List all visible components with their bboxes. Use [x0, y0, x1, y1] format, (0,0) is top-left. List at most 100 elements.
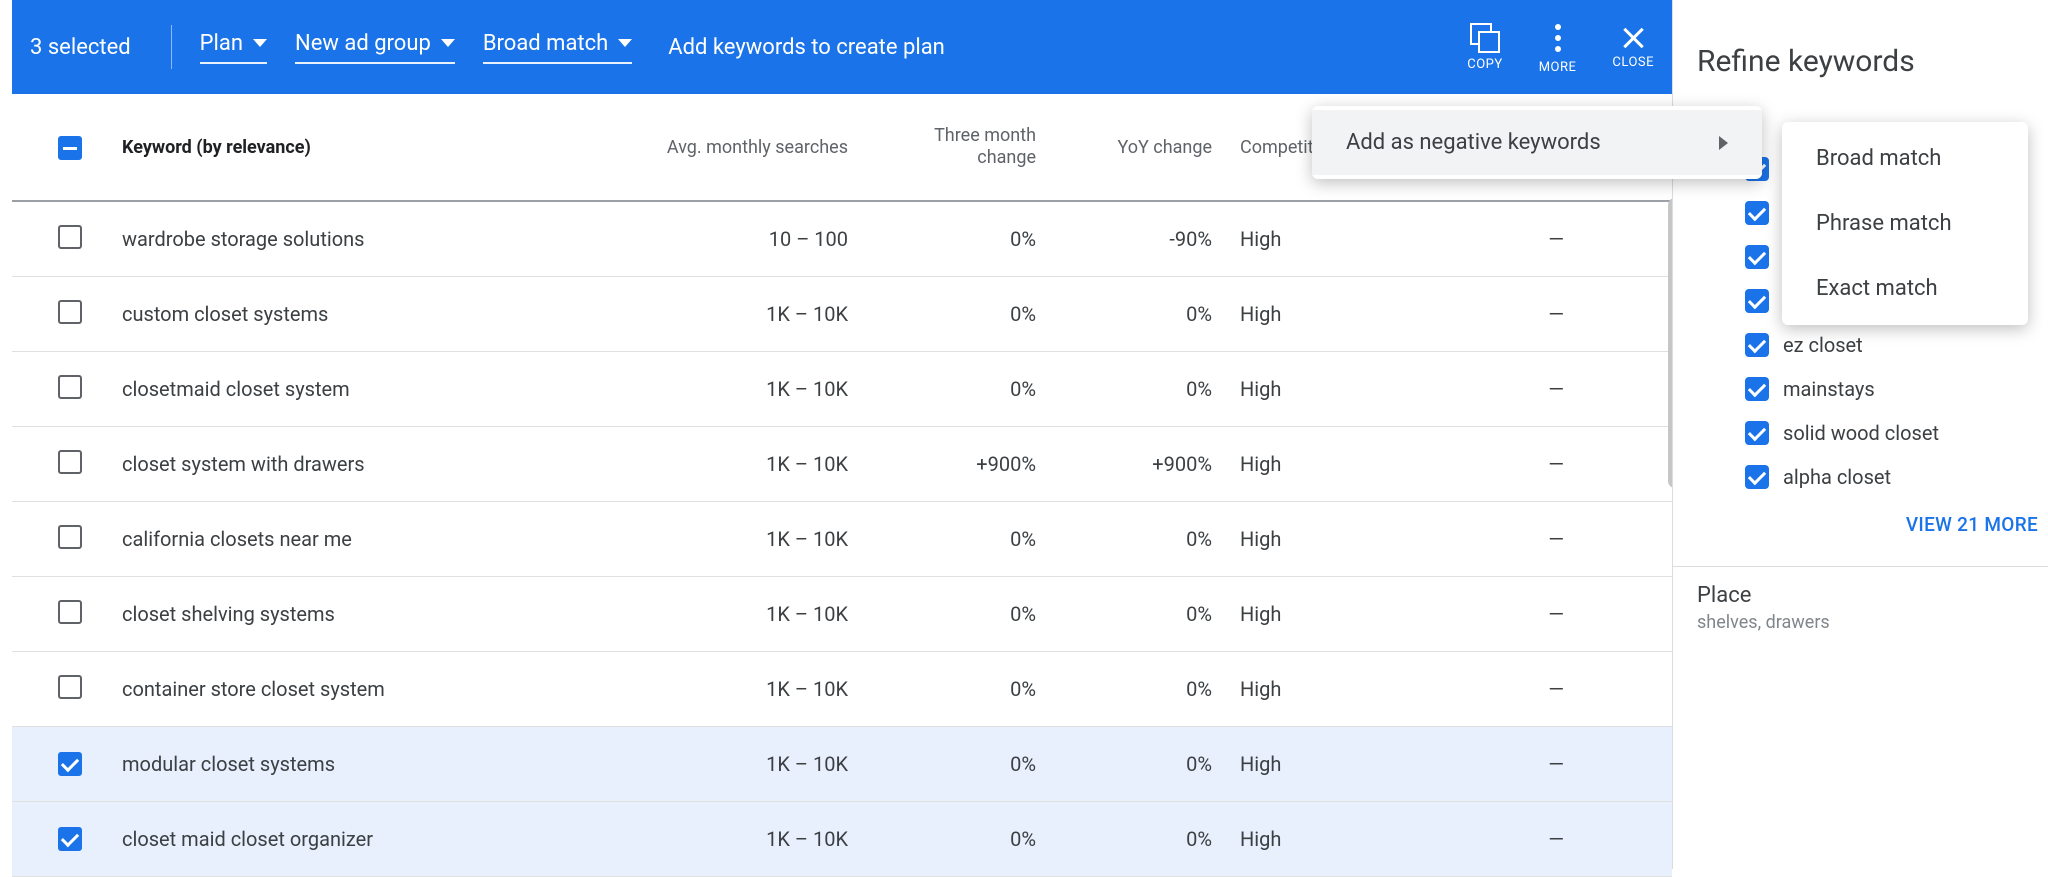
table-body: wardrobe storage solutions10 – 1000%-90%… — [12, 202, 1672, 877]
cell-competition: High — [1226, 677, 1404, 701]
brand-item[interactable]: mainstays — [1673, 367, 2048, 411]
row-checkbox[interactable] — [58, 225, 82, 249]
cell-bid: — — [1404, 527, 1578, 551]
close-button[interactable]: CLOSE — [1612, 25, 1654, 70]
cell-competition: High — [1226, 452, 1404, 476]
add-negative-keywords-item[interactable]: Add as negative keywords — [1312, 110, 1762, 175]
cell-three-month: 0% — [862, 302, 1050, 326]
cell-three-month: +900% — [862, 452, 1050, 476]
brand-label: ez closet — [1783, 333, 1863, 357]
brand-item[interactable]: solid wood closet — [1673, 411, 2048, 455]
cell-bid: — — [1404, 677, 1578, 701]
col-three-month-label: Three month change — [934, 125, 1036, 169]
cell-bid: — — [1404, 602, 1578, 626]
cell-yoy: 0% — [1050, 827, 1226, 851]
table-row[interactable]: wardrobe storage solutions10 – 1000%-90%… — [12, 202, 1672, 277]
cell-avg: 1K – 10K — [572, 827, 862, 851]
match-label: Broad match — [483, 31, 608, 56]
row-checkbox[interactable] — [58, 827, 82, 851]
cell-avg: 1K – 10K — [572, 602, 862, 626]
table-row[interactable]: closet system with drawers1K – 10K+900%+… — [12, 427, 1672, 502]
cell-competition: High — [1226, 602, 1404, 626]
cell-avg: 1K – 10K — [572, 452, 862, 476]
match-phrase-item[interactable]: Phrase match — [1782, 191, 2028, 256]
place-subtitle: shelves, drawers — [1697, 612, 2024, 633]
brand-checkbox[interactable] — [1745, 377, 1769, 401]
more-icon — [1554, 20, 1562, 56]
cell-three-month: 0% — [862, 227, 1050, 251]
brand-checkbox[interactable] — [1745, 465, 1769, 489]
brand-label: mainstays — [1783, 377, 1875, 401]
copy-button[interactable]: COPY — [1467, 23, 1502, 72]
row-checkbox[interactable] — [58, 600, 82, 624]
table-row[interactable]: closet maid closet organizer1K – 10K0%0%… — [12, 802, 1672, 877]
cell-three-month: 0% — [862, 527, 1050, 551]
table-row[interactable]: closet shelving systems1K – 10K0%0%High— — [12, 577, 1672, 652]
table-row[interactable]: closetmaid closet system1K – 10K0%0%High… — [12, 352, 1672, 427]
keyword-table: Keyword (by relevance) Avg. monthly sear… — [12, 94, 1672, 877]
separator — [171, 25, 172, 69]
col-avg-searches[interactable]: Avg. monthly searches — [572, 137, 862, 158]
match-broad-item[interactable]: Broad match — [1782, 126, 2028, 191]
cell-yoy: 0% — [1050, 677, 1226, 701]
cell-bid: — — [1404, 752, 1578, 776]
more-label: MORE — [1539, 60, 1577, 75]
cell-yoy: 0% — [1050, 752, 1226, 776]
refine-title: Refine keywords — [1673, 44, 2048, 103]
col-keyword[interactable]: Keyword (by relevance) — [108, 137, 572, 158]
toolbar-hint: Add keywords to create plan — [668, 35, 945, 60]
row-checkbox[interactable] — [58, 675, 82, 699]
col-yoy[interactable]: YoY change — [1050, 137, 1226, 158]
adgroup-dropdown[interactable]: New ad group — [295, 31, 455, 64]
chevron-down-icon — [253, 39, 267, 47]
cell-three-month: 0% — [862, 752, 1050, 776]
view-more-link[interactable]: VIEW 21 MORE — [1673, 499, 2048, 556]
match-exact-item[interactable]: Exact match — [1782, 256, 2028, 321]
cell-bid: — — [1404, 827, 1578, 851]
cell-competition: High — [1226, 302, 1404, 326]
cell-yoy: 0% — [1050, 602, 1226, 626]
brand-checkbox[interactable] — [1745, 201, 1769, 225]
cell-bid: — — [1404, 302, 1578, 326]
cell-yoy: -90% — [1050, 227, 1226, 251]
cell-avg: 1K – 10K — [572, 677, 862, 701]
brand-checkbox[interactable] — [1745, 333, 1769, 357]
match-dropdown[interactable]: Broad match — [483, 31, 632, 64]
cell-avg: 1K – 10K — [572, 377, 862, 401]
table-row[interactable]: modular closet systems1K – 10K0%0%High— — [12, 727, 1672, 802]
adgroup-label: New ad group — [295, 31, 431, 56]
brand-label: solid wood closet — [1783, 421, 1939, 445]
cell-three-month: 0% — [862, 827, 1050, 851]
row-checkbox[interactable] — [58, 752, 82, 776]
brand-checkbox[interactable] — [1745, 421, 1769, 445]
copy-icon — [1470, 23, 1500, 53]
cell-competition: High — [1226, 827, 1404, 851]
row-checkbox[interactable] — [58, 300, 82, 324]
row-checkbox[interactable] — [58, 525, 82, 549]
cell-competition: High — [1226, 227, 1404, 251]
chevron-right-icon — [1719, 136, 1728, 150]
cell-yoy: +900% — [1050, 452, 1226, 476]
table-row[interactable]: container store closet system1K – 10K0%0… — [12, 652, 1672, 727]
more-button[interactable]: MORE — [1539, 20, 1577, 75]
select-all-checkbox[interactable] — [58, 136, 82, 160]
brand-label: alpha closet — [1783, 465, 1891, 489]
brand-item[interactable]: alpha closet — [1673, 455, 2048, 499]
table-row[interactable]: custom closet systems1K – 10K0%0%High— — [12, 277, 1672, 352]
brand-item[interactable]: ez closet — [1673, 323, 2048, 367]
copy-label: COPY — [1467, 57, 1502, 72]
row-checkbox[interactable] — [58, 375, 82, 399]
brand-checkbox[interactable] — [1745, 245, 1769, 269]
cell-keyword: wardrobe storage solutions — [108, 227, 572, 251]
place-title: Place — [1697, 583, 2024, 608]
cell-yoy: 0% — [1050, 377, 1226, 401]
col-three-month[interactable]: Three month change — [862, 125, 1050, 170]
brand-checkbox[interactable] — [1745, 289, 1769, 313]
cell-bid: — — [1404, 452, 1578, 476]
table-row[interactable]: california closets near me1K – 10K0%0%Hi… — [12, 502, 1672, 577]
place-group[interactable]: Place shelves, drawers — [1673, 567, 2048, 649]
match-type-submenu: Broad match Phrase match Exact match — [1782, 122, 2028, 325]
plan-dropdown[interactable]: Plan — [200, 31, 267, 64]
cell-three-month: 0% — [862, 602, 1050, 626]
row-checkbox[interactable] — [58, 450, 82, 474]
